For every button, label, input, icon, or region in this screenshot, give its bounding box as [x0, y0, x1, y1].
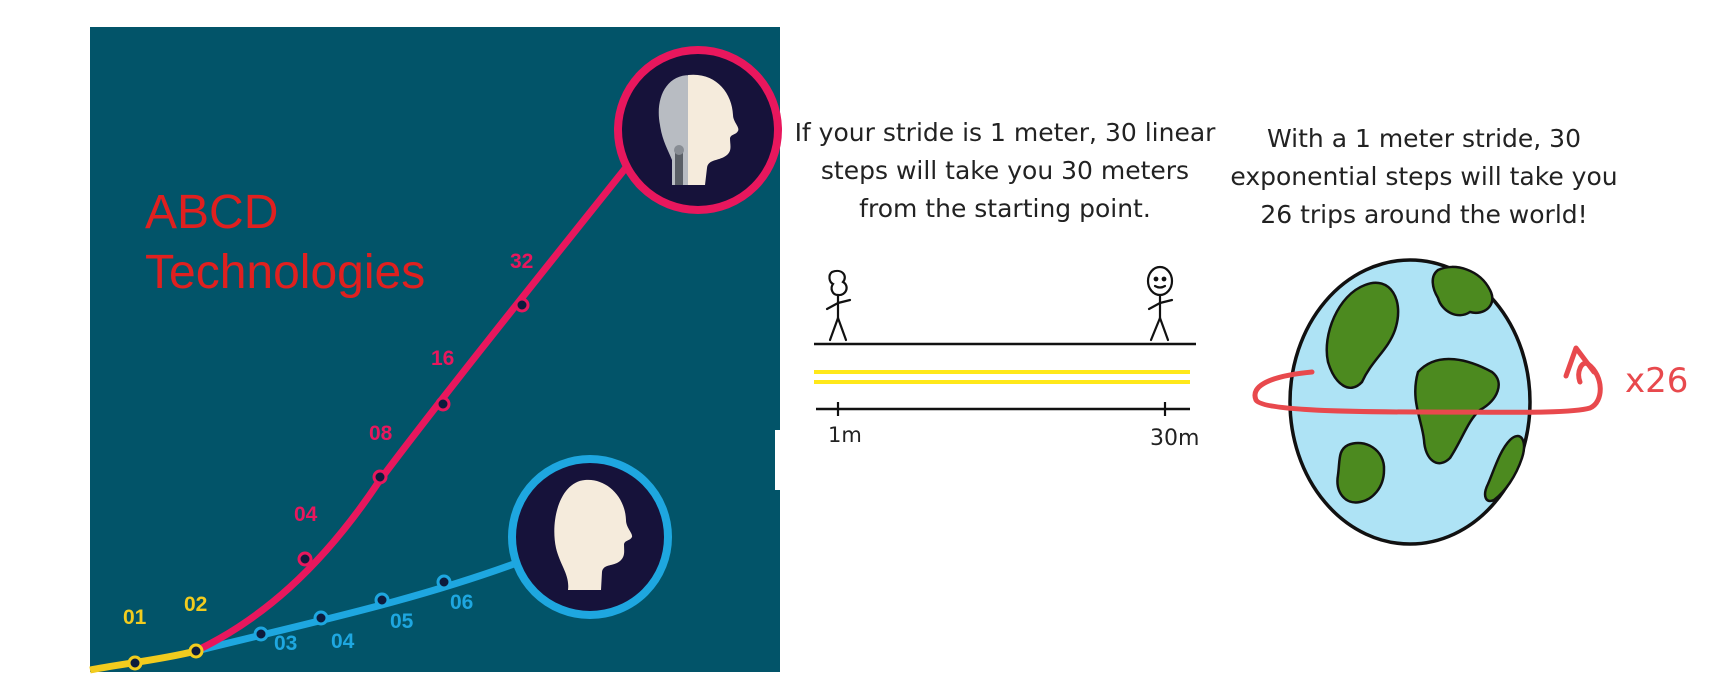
- stick-figure-end-icon: [1146, 265, 1174, 342]
- label-exp-16: 16: [431, 347, 454, 370]
- label-exp-32: 32: [510, 250, 533, 273]
- label-lin-04: 04: [331, 630, 355, 653]
- label-exp-04: 04: [294, 503, 318, 526]
- point-02: [188, 643, 204, 659]
- linear-caption-line-2: steps will take you 30 meters: [821, 156, 1189, 185]
- point-lin-05: [374, 592, 390, 608]
- orbit-multiplier: x26: [1625, 361, 1688, 401]
- linear-caption-line-3: from the starting point.: [859, 194, 1151, 223]
- human-head-icon: [508, 455, 672, 619]
- point-lin-06: [436, 574, 452, 590]
- linear-steps-panel: If your stride is 1 meter, 30 linear ste…: [795, 118, 1217, 451]
- point-exp-08: [372, 469, 388, 485]
- growth-panel: ABCD Technologies 01 02 04 08 16 32 03 0…: [89, 27, 782, 674]
- scale-label-end: 30m: [1150, 426, 1199, 451]
- scale-label-start: 1m: [828, 423, 862, 447]
- exp-caption-line-2: exponential steps will take you: [1230, 162, 1617, 191]
- exp-caption-line-1: With a 1 meter stride, 30: [1267, 124, 1581, 153]
- point-exp-32: [514, 297, 530, 313]
- label-exp-08: 08: [369, 422, 393, 445]
- brand-line-2: Technologies: [145, 246, 425, 299]
- stick-figure-start-icon: [825, 269, 852, 342]
- exp-caption-line-3: 26 trips around the world!: [1260, 200, 1587, 229]
- point-lin-04: [313, 610, 329, 626]
- point-lin-03: [253, 626, 269, 642]
- robot-head-icon: [614, 46, 782, 214]
- label-lin-03: 03: [274, 632, 297, 655]
- label-lin-06: 06: [450, 591, 473, 614]
- point-exp-04: [297, 551, 313, 567]
- infographic-canvas: ABCD Technologies 01 02 04 08 16 32 03 0…: [89, 27, 1688, 674]
- label-start-02: 02: [184, 593, 207, 616]
- point-exp-16: [435, 396, 451, 412]
- linear-caption-line-1: If your stride is 1 meter, 30 linear: [795, 118, 1217, 147]
- point-01: [127, 655, 143, 671]
- label-lin-05: 05: [390, 610, 414, 633]
- brand-line-1: ABCD: [145, 186, 278, 239]
- label-start-01: 01: [123, 606, 147, 629]
- globe-icon: [1288, 258, 1532, 546]
- exponential-steps-panel: With a 1 meter stride, 30 exponential st…: [1230, 124, 1688, 546]
- divider-patch: [775, 430, 785, 490]
